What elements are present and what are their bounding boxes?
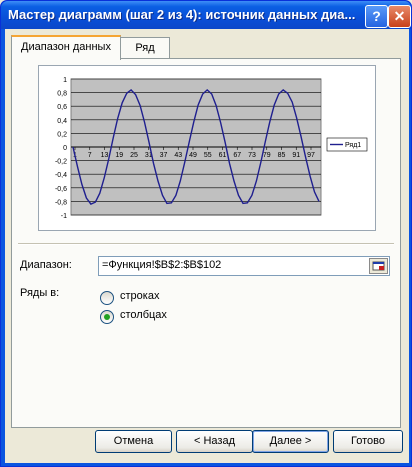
range-label: Диапазон: bbox=[20, 259, 72, 271]
title-bar[interactable]: Мастер диаграмм (шаг 2 из 4): источник д… bbox=[1, 1, 411, 29]
y-tick-label: -0,8 bbox=[55, 199, 67, 206]
range-value: =Функция!$B$2:$B$102 bbox=[102, 259, 222, 271]
y-tick-label: -0,2 bbox=[55, 159, 67, 166]
help-button[interactable]: ? bbox=[365, 5, 388, 28]
x-tick-label: 55 bbox=[204, 152, 212, 159]
range-select-icon bbox=[372, 261, 385, 271]
window-title: Мастер диаграмм (шаг 2 из 4): источник д… bbox=[8, 7, 356, 22]
x-tick-label: 61 bbox=[219, 152, 227, 159]
tab-data-range[interactable]: Диапазон данных bbox=[11, 35, 121, 60]
x-tick-label: 43 bbox=[174, 152, 182, 159]
x-tick-label: 49 bbox=[189, 152, 197, 159]
y-tick-label: 0,8 bbox=[57, 91, 67, 98]
range-input[interactable]: =Функция!$B$2:$B$102 bbox=[98, 256, 390, 276]
chart: 10,80,60,40,20-0,2-0,4-0,6-0,8-11 7 13 19 25… bbox=[55, 77, 368, 220]
collapse-dialog-button[interactable] bbox=[369, 258, 388, 274]
x-tick-label: 25 bbox=[130, 152, 138, 159]
x-tick-label: 67 bbox=[233, 152, 241, 159]
y-tick-label: 0,6 bbox=[57, 104, 67, 111]
y-tick-label: -0,4 bbox=[55, 172, 67, 179]
x-tick-label: 37 bbox=[160, 152, 168, 159]
series-in-label: Ряды в: bbox=[20, 287, 60, 299]
back-button[interactable]: < Назад bbox=[176, 430, 253, 453]
x-tick-label: 19 bbox=[115, 152, 123, 159]
y-tick-label: -0,6 bbox=[55, 186, 67, 193]
legend-label: Ряд1 bbox=[345, 142, 361, 149]
chart-preview: 1 0,8 0,6 0,4 0,2 0 -0,2 -0,4 -0,6 -0,8 -1 1 7 13 19 25… bbox=[38, 65, 376, 231]
y-tick-label: -1 bbox=[61, 213, 67, 220]
x-tick-label: 85 bbox=[278, 152, 286, 159]
x-tick-label: 91 bbox=[292, 152, 300, 159]
separator bbox=[18, 243, 394, 245]
tab-panel: 1 0,8 0,6 0,4 0,2 0 -0,2 -0,4 -0,6 -0,8 -1 1 7 13 19 25… bbox=[11, 58, 401, 428]
close-button[interactable]: ✕ bbox=[388, 5, 411, 28]
radio-columns-label[interactable]: столбцах bbox=[120, 309, 167, 321]
y-tick-label: 1 bbox=[63, 77, 67, 84]
x-tick-label: 79 bbox=[263, 152, 271, 159]
radio-rows[interactable] bbox=[100, 291, 114, 305]
cancel-button[interactable]: Отмена bbox=[95, 430, 172, 453]
y-tick-label: 0,2 bbox=[57, 131, 67, 138]
x-tick-label: 7 bbox=[88, 152, 92, 159]
dialog-window: Мастер диаграмм (шаг 2 из 4): источник д… bbox=[0, 0, 412, 467]
y-tick-label: 0,4 bbox=[57, 118, 67, 125]
finish-button[interactable]: Готово bbox=[333, 430, 403, 453]
dialog-client: Диапазон данных Ряд 1 0,8 0,6 0,4 0,2 0 -0,2 -0… bbox=[5, 29, 409, 463]
y-tick-label: 0 bbox=[63, 145, 67, 152]
next-button[interactable]: Далее > bbox=[252, 430, 329, 453]
x-tick-label: 13 bbox=[101, 152, 109, 159]
radio-columns[interactable] bbox=[100, 310, 114, 324]
x-tick-label: 97 bbox=[307, 152, 315, 159]
tab-series[interactable]: Ряд bbox=[120, 37, 170, 58]
radio-rows-label[interactable]: строках bbox=[120, 290, 159, 302]
radio-selected-dot bbox=[104, 314, 110, 320]
x-tick-label: 73 bbox=[248, 152, 256, 159]
